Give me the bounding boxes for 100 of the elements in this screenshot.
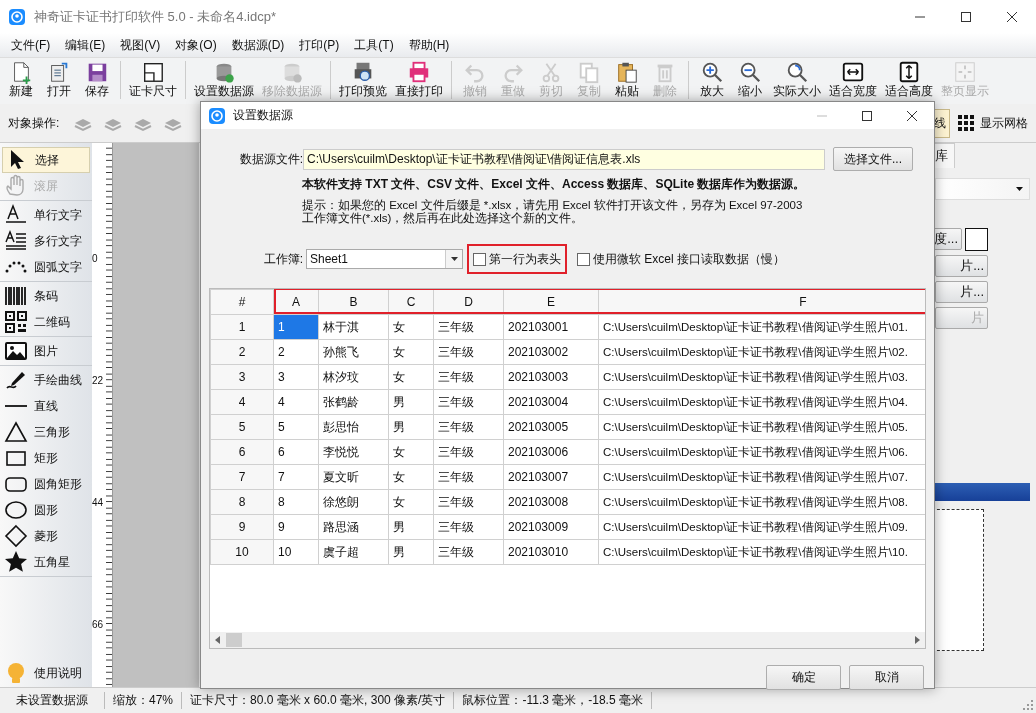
tool-item[interactable]: 三角形 [2,419,90,445]
table-cell[interactable]: 女 [388,339,434,365]
table-cell[interactable]: 李悦悦 [318,439,389,465]
row-header[interactable]: 9 [210,514,274,540]
checkbox[interactable]: 使用微软 Excel 接口读取数据（慢） [577,250,785,268]
toolbar-button[interactable]: 打开 [40,60,78,98]
table-cell[interactable]: 女 [388,489,434,515]
table-cell[interactable]: 202103002 [503,339,599,365]
tool-item[interactable]: 圆角矩形 [2,471,90,497]
table-cell[interactable]: 林汐玟 [318,364,389,390]
row-header[interactable]: 5 [210,414,274,440]
tool-item[interactable]: 单行文字 [2,202,90,228]
table-cell[interactable]: 三年级 [433,364,504,390]
row-header[interactable]: 10 [210,539,274,565]
table-cell[interactable]: 10 [273,539,319,565]
menu-item[interactable]: 视图(V) [113,36,169,54]
table-cell[interactable]: 202103004 [503,389,599,415]
panel-button[interactable]: 片... [935,281,988,303]
toolbar-button[interactable]: 放大 [693,60,731,98]
table-cell[interactable]: 男 [388,414,434,440]
table-cell[interactable]: 路思涵 [318,514,389,540]
table-cell[interactable]: 202103010 [503,539,599,565]
grid-toggle-button[interactable]: 显示网格 [956,110,1030,136]
table-cell[interactable]: 4 [273,389,319,415]
row-header[interactable]: 7 [210,464,274,490]
tool-item[interactable]: 菱形 [2,523,90,549]
tool-item[interactable]: 手绘曲线 [2,367,90,393]
toolbar-button[interactable]: 实际大小 [769,60,825,98]
toolbar-button[interactable]: 新建 [2,60,40,98]
table-cell[interactable]: 三年级 [433,539,504,565]
menu-item[interactable]: 帮助(H) [401,36,458,54]
tool-item[interactable]: 多行文字 [2,228,90,254]
tool-item[interactable]: 矩形 [2,445,90,471]
row-header[interactable]: 1 [210,314,274,340]
tool-item[interactable]: 条码 [2,283,90,309]
table-cell[interactable]: 三年级 [433,464,504,490]
file-path-field[interactable]: C:\Users\cuilm\Desktop\证卡证书教程\借阅证\借阅证信息表.xls [303,148,825,170]
checkbox[interactable]: 第一行为表头 [473,250,561,268]
tool-item[interactable]: 圆弧文字 [2,254,90,280]
table-cell[interactable]: 202103001 [503,314,599,340]
choose-file-button[interactable]: 选择文件... [833,147,913,171]
table-cell[interactable]: 男 [388,514,434,540]
horizontal-scrollbar[interactable] [210,632,925,648]
table-cell[interactable]: 女 [388,464,434,490]
table-cell[interactable]: 孙熊飞 [318,339,389,365]
row-header[interactable]: 4 [210,389,274,415]
table-cell[interactable]: 女 [388,314,434,340]
table-cell[interactable]: 7 [273,464,319,490]
menu-item[interactable]: 数据源(D) [224,36,293,54]
toolbar-button[interactable]: 直接打印 [391,60,447,98]
panel-button[interactable]: 片... [935,255,988,277]
table-cell[interactable]: 女 [388,364,434,390]
table-cell[interactable]: 202103005 [503,414,599,440]
scrollbar-thumb[interactable] [226,633,242,647]
tool-item[interactable]: 圆形 [2,497,90,523]
toolbar-button[interactable]: 适合宽度 [825,60,881,98]
table-cell[interactable]: 女 [388,439,434,465]
table-cell[interactable]: 男 [388,389,434,415]
table-cell[interactable]: 三年级 [433,489,504,515]
tool-item[interactable]: 直线 [2,393,90,419]
menu-item[interactable]: 打印(P) [292,36,348,54]
toolbar-button[interactable]: 打印预览 [335,60,391,98]
table-cell[interactable]: 徐悠朗 [318,489,389,515]
table-cell[interactable]: 张鹤龄 [318,389,389,415]
row-header[interactable]: 2 [210,339,274,365]
table-cell[interactable]: 202103009 [503,514,599,540]
row-header[interactable]: 6 [210,439,274,465]
toolbar-button[interactable]: 粘贴 [608,60,646,98]
table-cell[interactable]: 三年级 [433,414,504,440]
toolbar-button[interactable]: 缩小 [731,60,769,98]
table-cell[interactable]: 202103008 [503,489,599,515]
table-cell[interactable]: 林于淇 [318,314,389,340]
table-cell[interactable]: 3 [273,364,319,390]
menu-item[interactable]: 对象(O) [168,36,225,54]
table-cell[interactable]: 虞子超 [318,539,389,565]
toolbar-button[interactable]: 设置数据源 [190,60,258,98]
table-cell[interactable]: 6 [273,439,319,465]
table-cell[interactable]: 夏文昕 [318,464,389,490]
dialog-button[interactable]: 确定 [766,665,841,690]
menu-item[interactable]: 工具(T) [347,36,402,54]
table-cell[interactable]: 三年级 [433,439,504,465]
toolbar-button[interactable]: 保存 [78,60,116,98]
row-header[interactable]: 3 [210,364,274,390]
workbook-select[interactable]: Sheet1 [306,249,463,269]
menu-item[interactable]: 文件(F) [4,36,59,54]
table-cell[interactable]: 202103006 [503,439,599,465]
table-cell[interactable]: 202103003 [503,364,599,390]
column-header[interactable]: # [210,289,274,315]
toolbar-button[interactable]: 适合高度 [881,60,937,98]
table-cell[interactable]: 5 [273,414,319,440]
toolbar-button[interactable]: 证卡尺寸 [125,60,181,98]
tool-item[interactable]: 二维码 [2,309,90,335]
row-header[interactable]: 8 [210,489,274,515]
table-cell[interactable]: 2 [273,339,319,365]
table-cell[interactable]: 男 [388,539,434,565]
table-cell[interactable]: 三年级 [433,389,504,415]
dropdown[interactable] [935,178,1030,200]
table-cell[interactable]: 三年级 [433,314,504,340]
tool-item[interactable]: 图片 [2,338,90,364]
table-cell[interactable]: 9 [273,514,319,540]
